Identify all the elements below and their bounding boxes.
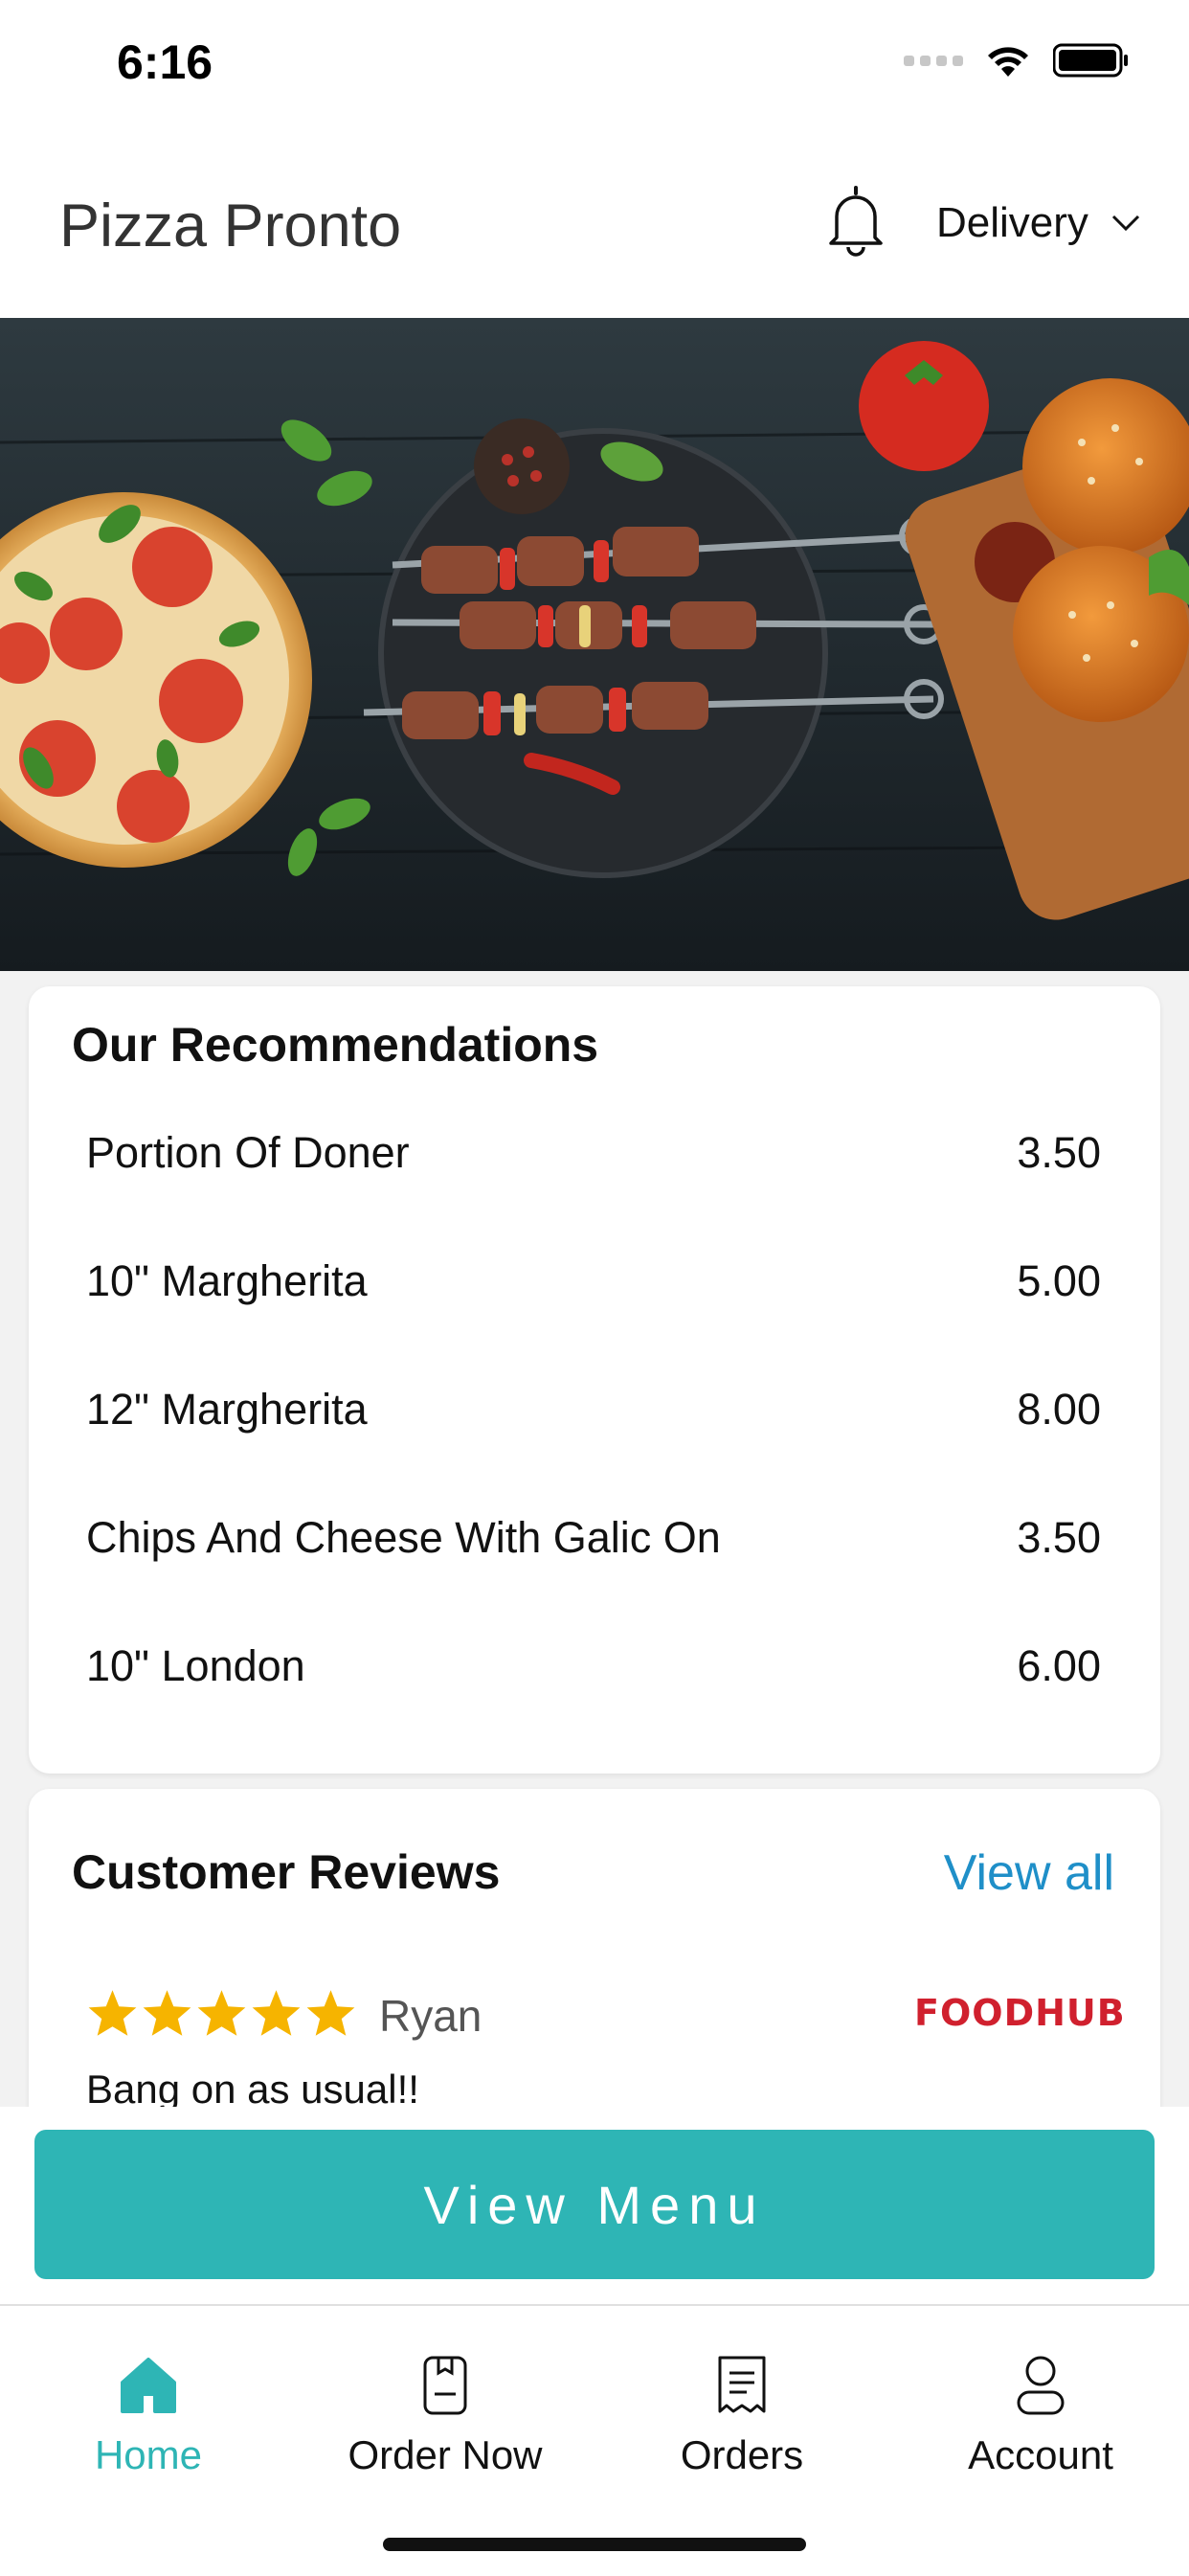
item-name: 10" London [86,1641,305,1690]
restaurant-title: Pizza Pronto [59,192,402,260]
item-name: 10" Margherita [86,1256,368,1305]
star-icon [143,1990,191,2036]
notification-bell-icon[interactable] [823,184,888,257]
item-name: Chips And Cheese With Galic On [86,1513,721,1562]
view-menu-button[interactable]: View Menu [34,2130,1155,2279]
nav-item-orders[interactable]: Orders [627,2352,857,2478]
item-price: 5.00 [1017,1256,1101,1305]
star-icon [252,1990,301,2036]
home-icon [121,2358,176,2413]
recommendations-list: Portion Of Doner 3.50 10" Margherita 5.0… [86,1128,1101,1770]
wifi-icon [988,47,1028,77]
order-type-label: Delivery [936,199,1088,246]
nav-label: Home [94,2432,203,2477]
recommendations-card: Our Recommendations Portion Of Doner 3.5… [29,986,1160,1774]
star-icon [88,1990,137,2036]
item-price: 3.50 [1017,1128,1101,1177]
bottom-navigation: Home Order Now Orders Account [0,2304,1189,2576]
hero-banner-image [0,318,1189,971]
status-icons [904,42,1130,79]
receipt-icon [718,2356,766,2413]
signal-icon [904,55,963,66]
item-price: 3.50 [1017,1513,1101,1562]
nav-item-order-now[interactable]: Order Now [330,2352,560,2478]
chevron-down-icon [1111,215,1139,232]
nav-label: Orders [680,2432,804,2477]
recommendation-item[interactable]: 10" London 6.00 [86,1641,1101,1770]
app-header: Pizza Pronto Delivery [0,124,1189,319]
user-icon [1017,2356,1065,2415]
nav-item-account[interactable]: Account [926,2352,1155,2478]
order-type-dropdown[interactable]: Delivery [936,199,1140,247]
battery-icon [1053,43,1128,78]
item-name: Portion Of Doner [86,1128,410,1177]
star-icon [197,1990,246,2036]
nav-item-home[interactable]: Home [34,2352,263,2478]
home-indicator [383,2538,806,2551]
cta-container: View Menu [0,2107,1189,2304]
reviews-title: Customer Reviews [72,1845,501,1899]
star-icon [306,1990,355,2036]
customer-reviews-card: Customer Reviews View all Ryan FOODHUB B… [29,1789,1160,2114]
status-bar: 6:16 [0,0,1189,124]
nav-label: Account [968,2432,1113,2477]
nav-label: Order Now [348,2432,543,2477]
item-price: 6.00 [1017,1641,1101,1690]
item-name: 12" Margherita [86,1385,368,1434]
recommendation-item[interactable]: Portion Of Doner 3.50 [86,1128,1101,1256]
item-price: 8.00 [1017,1385,1101,1434]
recommendations-title: Our Recommendations [72,1018,599,1072]
status-time: 6:16 [117,35,213,89]
foodhub-logo: FOODHUB [914,1992,1126,2034]
view-all-reviews-link[interactable]: View all [944,1844,1114,1902]
order-now-icon [423,2356,467,2415]
recommendation-item[interactable]: 12" Margherita 8.00 [86,1385,1101,1513]
star-rating [86,1988,357,2038]
recommendation-item[interactable]: 10" Margherita 5.00 [86,1256,1101,1385]
review-text: Bang on as usual!! [86,2067,419,2112]
reviewer-name: Ryan [379,1991,482,2041]
recommendation-item[interactable]: Chips And Cheese With Galic On 3.50 [86,1513,1101,1641]
